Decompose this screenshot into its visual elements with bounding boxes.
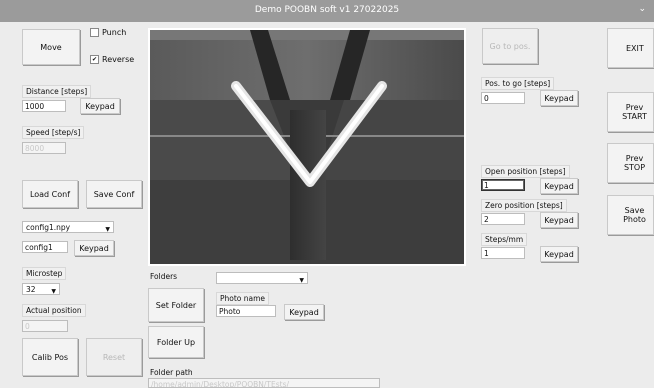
punch-label: Punch xyxy=(102,28,127,37)
exit-button[interactable]: EXIT xyxy=(607,28,654,68)
reverse-label: Reverse xyxy=(102,55,135,64)
reset-button[interactable]: Reset xyxy=(86,338,142,376)
microstep-label: Microstep xyxy=(22,267,67,280)
prev-stop-button[interactable]: Prev STOP xyxy=(607,143,654,183)
microstep-select[interactable]: 32 ▼ xyxy=(22,283,60,295)
dropdown-arrow-icon: ▼ xyxy=(299,277,304,284)
camera-image xyxy=(150,30,464,264)
zero-keypad-button[interactable]: Keypad xyxy=(540,212,578,228)
speed-input[interactable]: 8000 xyxy=(22,142,66,154)
go-to-pos-button[interactable]: Go to pos. xyxy=(482,28,538,64)
config-select-value: config1.npy xyxy=(26,223,71,232)
config-keypad-button[interactable]: Keypad xyxy=(74,240,114,256)
dropdown-arrow-icon: ▼ xyxy=(51,288,56,295)
open-keypad-button[interactable]: Keypad xyxy=(540,178,578,194)
zero-position-input[interactable]: 2 xyxy=(481,213,525,225)
photo-name-input[interactable]: Photo xyxy=(216,305,276,317)
folders-label: Folders xyxy=(150,272,178,281)
steps-mm-input[interactable]: 1 xyxy=(481,247,525,259)
save-photo-button[interactable]: Save Photo xyxy=(607,195,654,235)
config-select[interactable]: config1.npy ▼ xyxy=(22,221,114,233)
set-folder-button[interactable]: Set Folder xyxy=(148,288,204,322)
distance-input[interactable]: 1000 xyxy=(22,100,66,112)
save-conf-button[interactable]: Save Conf xyxy=(86,180,142,208)
calib-pos-button[interactable]: Calib Pos xyxy=(22,338,78,376)
folder-path-input: /home/admin/Desktop/POOBN/TEsts/ xyxy=(148,378,380,388)
window-title: Demo POOBN soft v1 27022025 xyxy=(254,5,400,15)
photo-keypad-button[interactable]: Keypad xyxy=(284,304,324,320)
move-button[interactable]: Move xyxy=(22,29,80,65)
steps-keypad-button[interactable]: Keypad xyxy=(540,246,578,262)
open-position-input[interactable]: 1 xyxy=(481,179,525,191)
folder-up-button[interactable]: Folder Up xyxy=(148,326,204,358)
prev-start-button[interactable]: Prev START xyxy=(607,92,654,132)
reverse-checkbox[interactable]: ✔ Reverse xyxy=(90,55,134,64)
zero-position-label: Zero position [steps] xyxy=(481,199,567,212)
checkbox-icon xyxy=(90,28,99,37)
title-bar: Demo POOBN soft v1 27022025 ⌄ xyxy=(0,0,654,22)
checkmark-icon: ✔ xyxy=(90,55,99,64)
config-name-input[interactable]: config1 xyxy=(22,241,68,253)
pos-to-go-label: Pos. to go [steps] xyxy=(481,77,555,90)
punch-checkbox[interactable]: Punch xyxy=(90,28,126,37)
chevron-down-icon[interactable]: ⌄ xyxy=(638,4,646,14)
load-conf-button[interactable]: Load Conf xyxy=(22,180,78,208)
pos-keypad-button[interactable]: Keypad xyxy=(540,90,578,106)
folder-path-label: Folder path xyxy=(150,368,193,377)
pos-to-go-input[interactable]: 0 xyxy=(481,92,525,104)
open-position-label: Open position [steps] xyxy=(481,165,570,178)
folders-select[interactable]: ▼ xyxy=(216,272,308,284)
actual-position-input: 0 xyxy=(22,320,68,332)
camera-preview xyxy=(148,28,466,266)
dropdown-arrow-icon: ▼ xyxy=(105,226,110,233)
actual-position-label: Actual position xyxy=(22,304,86,317)
microstep-value: 32 xyxy=(26,285,36,294)
steps-mm-label: Steps/mm xyxy=(481,233,528,246)
distance-keypad-button[interactable]: Keypad xyxy=(80,98,120,114)
photo-name-label: Photo name xyxy=(216,292,270,305)
distance-label: Distance [steps] xyxy=(22,85,92,98)
speed-label: Speed [step/s] xyxy=(22,126,85,139)
